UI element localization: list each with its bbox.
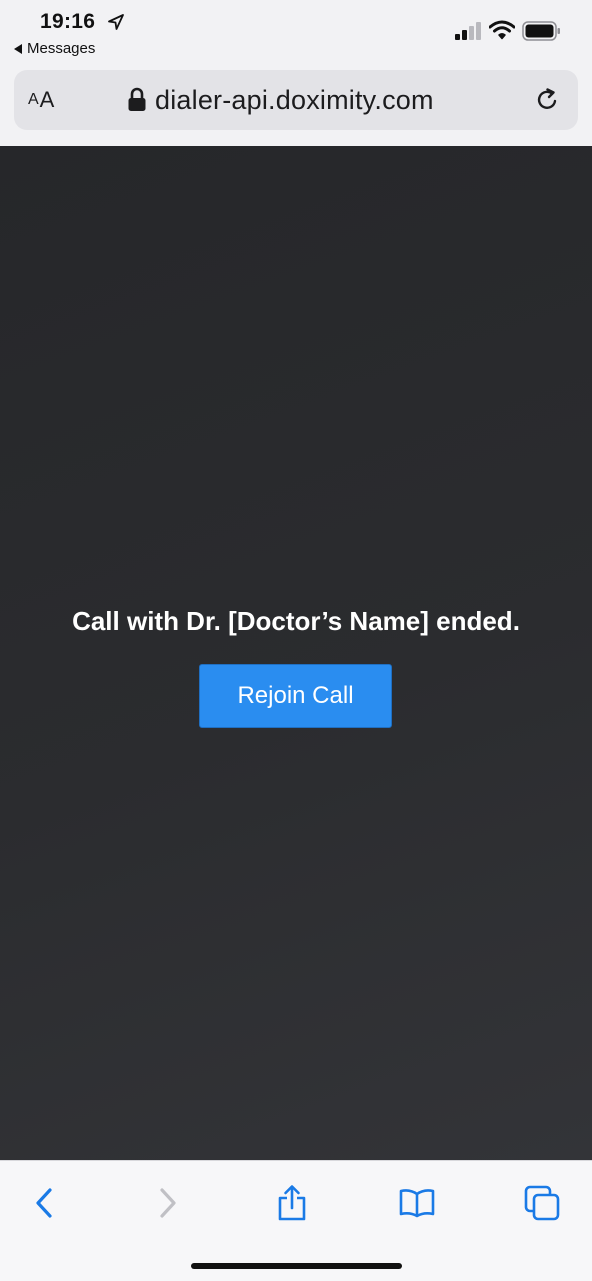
bookmarks-icon	[399, 1189, 435, 1218]
status-bar: 19:16 Messages	[0, 0, 592, 64]
address-bar[interactable]: AA dialer-api.doximity.com	[14, 70, 578, 130]
back-triangle-icon	[14, 43, 22, 54]
call-ended-message: Call with Dr. [Doctor’s Name] ended.	[72, 606, 520, 636]
battery-icon	[522, 21, 560, 41]
bookmarks-button[interactable]	[397, 1183, 437, 1223]
web-content: Call with Dr. [Doctor’s Name] ended. Rej…	[0, 146, 592, 1160]
reload-icon[interactable]	[536, 87, 560, 113]
back-app-label: Messages	[27, 40, 96, 57]
back-icon	[36, 1188, 52, 1218]
tabs-icon	[524, 1185, 560, 1221]
share-icon	[278, 1185, 306, 1221]
forward-icon	[160, 1188, 176, 1218]
browser-toolbar	[0, 1160, 592, 1281]
home-indicator	[191, 1263, 402, 1269]
share-button[interactable]	[272, 1183, 312, 1223]
back-button[interactable]	[24, 1183, 64, 1223]
lock-icon	[128, 87, 146, 111]
location-arrow-icon	[108, 14, 124, 30]
url-text[interactable]: dialer-api.doximity.com	[155, 85, 434, 116]
forward-button[interactable]	[148, 1183, 188, 1223]
text-size-button[interactable]: AA	[28, 88, 54, 112]
status-time: 19:16	[40, 10, 96, 33]
rejoin-call-button[interactable]: Rejoin Call	[199, 664, 392, 728]
tabs-button[interactable]	[522, 1183, 562, 1223]
wifi-icon	[489, 20, 515, 40]
back-to-messages[interactable]: Messages	[14, 40, 95, 57]
cellular-signal-icon	[455, 22, 481, 40]
